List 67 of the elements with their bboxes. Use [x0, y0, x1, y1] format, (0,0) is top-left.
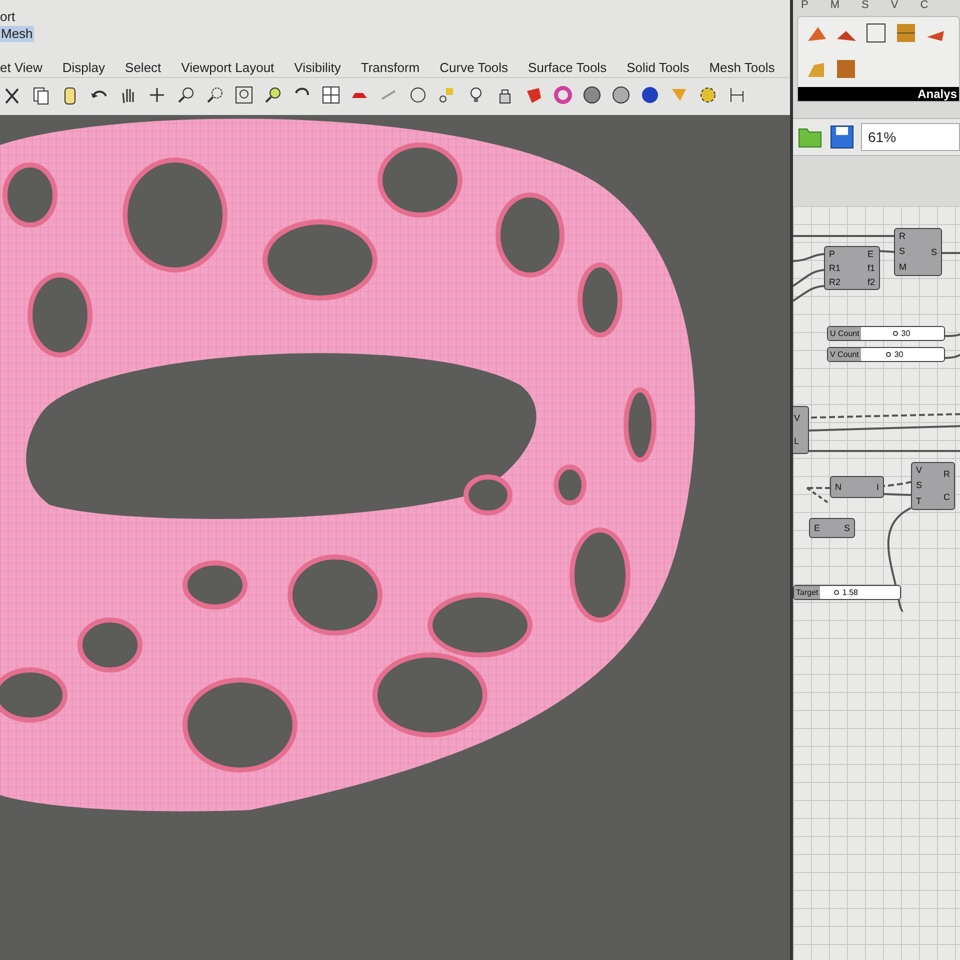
component-node[interactable]: E S: [809, 518, 855, 538]
toolbar-tab[interactable]: Surface Tools: [528, 59, 607, 77]
port-label: f2: [867, 276, 875, 288]
category-tab[interactable]: C: [920, 0, 928, 10]
category-tab[interactable]: M: [830, 0, 840, 10]
zoom-field[interactable]: 61%: [861, 123, 960, 151]
rectangle-icon[interactable]: [864, 21, 888, 45]
number-slider[interactable]: V Count 30: [827, 347, 945, 362]
number-slider[interactable]: U Count 30: [827, 326, 945, 341]
port-label: S: [930, 246, 937, 258]
zoom-in-icon[interactable]: [176, 85, 196, 105]
grid-icon[interactable]: [834, 57, 858, 81]
port-label: C: [944, 492, 950, 503]
sphere-icon[interactable]: [582, 85, 602, 105]
slider-knob[interactable]: [886, 352, 892, 357]
component-node[interactable]: V L: [793, 406, 809, 454]
sphere-icon[interactable]: [611, 85, 631, 105]
zoom-extents-icon[interactable]: [234, 85, 254, 105]
port-label: f1: [867, 262, 875, 274]
command-text[interactable]: Mesh: [0, 26, 34, 42]
port-label: P: [829, 248, 836, 260]
port-label: I: [876, 482, 879, 492]
move-icon[interactable]: [147, 85, 167, 105]
port-label: S: [916, 480, 922, 492]
port-label: R2: [829, 276, 841, 288]
component-node[interactable]: N I: [830, 476, 884, 498]
port-label: M: [899, 262, 906, 273]
toolbar-tab[interactable]: Viewport Layout: [181, 59, 274, 77]
toolbar-tab[interactable]: Mesh Tools: [709, 59, 775, 77]
category-tab[interactable]: S: [862, 0, 869, 10]
sphere-icon[interactable]: [640, 85, 660, 105]
four-viewports-icon[interactable]: [321, 85, 341, 105]
copy-icon[interactable]: [31, 85, 51, 105]
component-node[interactable]: P R1 R2 E f1 f2: [824, 246, 880, 290]
grid-icon[interactable]: [894, 21, 918, 45]
component-node[interactable]: R S M S: [894, 228, 942, 276]
number-slider[interactable]: Target 1.58: [793, 585, 901, 600]
toolbar-tab[interactable]: Visibility: [294, 59, 341, 77]
category-tab[interactable]: P: [801, 0, 808, 10]
port-label: V: [916, 465, 922, 476]
toolbar-tab[interactable]: Display: [62, 59, 106, 77]
toolbar-tab[interactable]: et View: [0, 59, 42, 77]
port-label: R: [944, 469, 950, 480]
zoom-selected-icon[interactable]: [263, 85, 283, 105]
toolbar-tab[interactable]: Curve Tools: [440, 59, 508, 77]
slider-knob[interactable]: [893, 331, 898, 336]
circle-icon[interactable]: [408, 85, 428, 105]
port-label: R1: [829, 262, 841, 274]
window-title: ort: [0, 8, 16, 26]
port-label: N: [835, 482, 842, 492]
port-label: E: [867, 248, 874, 260]
port-label: S: [899, 246, 906, 258]
toolbar-tab[interactable]: Select: [125, 59, 162, 77]
port-label: L: [794, 436, 800, 447]
save-icon[interactable]: [829, 124, 855, 150]
component-node[interactable]: V S T R C: [911, 462, 955, 510]
port-label: S: [844, 522, 850, 534]
toolbar-tab[interactable]: Transform: [360, 59, 420, 77]
port-label: E: [814, 522, 820, 534]
port-label: V: [794, 413, 800, 424]
toolbar-tab[interactable]: Solid Tools: [626, 59, 690, 77]
slider-knob[interactable]: [834, 590, 840, 595]
category-tab[interactable]: V: [890, 0, 898, 10]
port-label: T: [916, 496, 922, 507]
port-label: R: [899, 231, 906, 242]
color-wheel-icon[interactable]: [553, 85, 573, 105]
zoom-window-icon[interactable]: [205, 85, 225, 105]
